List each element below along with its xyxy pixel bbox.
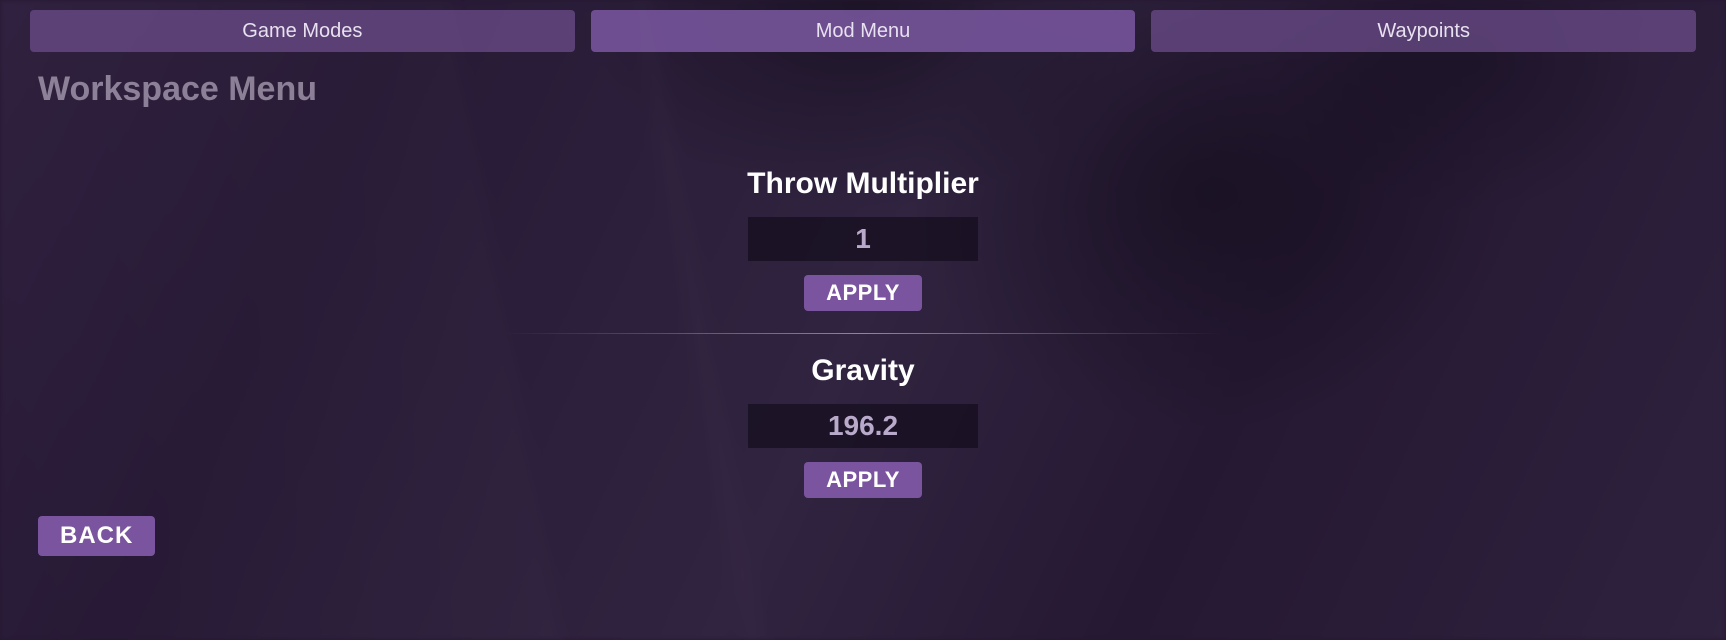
gravity-apply-button[interactable]: APPLY bbox=[804, 462, 922, 498]
tab-mod-menu[interactable]: Mod Menu bbox=[591, 10, 1136, 52]
divider bbox=[503, 333, 1223, 334]
back-button[interactable]: BACK bbox=[38, 516, 155, 556]
tab-game-modes[interactable]: Game Modes bbox=[30, 10, 575, 52]
gravity-label: Gravity bbox=[811, 354, 914, 388]
gravity-input[interactable] bbox=[748, 404, 978, 448]
tab-waypoints[interactable]: Waypoints bbox=[1151, 10, 1696, 52]
throw-multiplier-input[interactable] bbox=[748, 217, 978, 261]
setting-throw-multiplier: Throw Multiplier APPLY bbox=[503, 167, 1223, 311]
page-title: Workspace Menu bbox=[0, 52, 1726, 109]
throw-multiplier-apply-button[interactable]: APPLY bbox=[804, 275, 922, 311]
throw-multiplier-label: Throw Multiplier bbox=[747, 167, 979, 201]
setting-gravity: Gravity APPLY bbox=[503, 354, 1223, 498]
top-tabs: Game Modes Mod Menu Waypoints bbox=[0, 0, 1726, 52]
settings-panel: Throw Multiplier APPLY Gravity APPLY bbox=[503, 167, 1223, 498]
